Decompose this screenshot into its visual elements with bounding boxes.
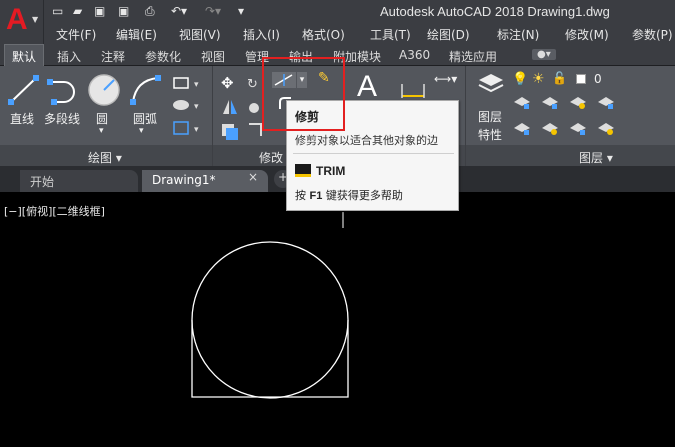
menu-draw[interactable]: 绘图(D) xyxy=(427,26,470,43)
panel-divider xyxy=(212,66,213,166)
layer-tools-grid-icon[interactable] xyxy=(512,94,632,140)
circle-tool-icon[interactable] xyxy=(86,72,122,108)
tab-a360[interactable]: A360 xyxy=(399,48,430,62)
tooltip-help: 按 F1 键获得更多帮助 xyxy=(295,187,403,203)
sun-icon[interactable]: ☀ xyxy=(532,71,545,87)
svg-text:▾: ▾ xyxy=(194,80,199,90)
tooltip-description: 修剪对象以适合其他对象的边 xyxy=(295,134,438,147)
tab-annotate[interactable]: 注释 xyxy=(101,48,125,65)
svg-text:▾: ▾ xyxy=(194,125,199,135)
draw-small-tools-icon[interactable]: ▾ ▾ ▾ xyxy=(170,72,206,140)
layer-color-swatch[interactable] xyxy=(576,74,586,84)
tooltip-help-prefix: 按 xyxy=(295,189,310,202)
menu-format[interactable]: 格式(O) xyxy=(302,26,345,43)
save-as-icon[interactable]: ▣ xyxy=(118,4,129,18)
application-menu-button[interactable]: A ▼ xyxy=(0,0,44,44)
draw-group-label[interactable]: 绘图 ▾ xyxy=(88,149,122,166)
save-icon[interactable]: ▣ xyxy=(94,4,105,18)
drawing-geometry[interactable] xyxy=(0,192,675,447)
tab-home[interactable]: 默认 xyxy=(4,44,45,66)
tooltip-command: TRIM xyxy=(316,164,346,178)
autocad-window: { "app": { "logo_letter": "A", "title": … xyxy=(0,0,675,447)
chevron-down-icon: ▼ xyxy=(32,15,39,24)
menu-tools[interactable]: 工具(T) xyxy=(370,26,411,43)
polyline-tool-icon[interactable] xyxy=(46,72,82,108)
new-file-icon[interactable]: ▭ xyxy=(52,4,63,18)
window-title: Autodesk AutoCAD 2018 Drawing1.dwg xyxy=(380,4,610,19)
circle-tool-label[interactable]: 圆 xyxy=(96,110,108,127)
layers-group-label[interactable]: 图层 ▾ xyxy=(579,149,613,166)
layer-properties-label[interactable]: 图层 xyxy=(478,108,502,125)
layer-properties-label-line2[interactable]: 特性 xyxy=(478,126,502,143)
chevron-down-icon[interactable]: ▾ xyxy=(139,126,144,136)
modify-tools-left-icon[interactable]: ✥ ↻ xyxy=(217,72,267,142)
menu-bar: 文件(F) 编辑(E) 视图(V) 插入(I) 格式(O) 工具(T) 绘图(D… xyxy=(44,24,675,44)
redo-icon[interactable]: ↷▾ xyxy=(205,4,221,18)
menu-view[interactable]: 视图(V) xyxy=(179,26,221,43)
menu-dimension[interactable]: 标注(N) xyxy=(497,26,539,43)
modify-group-label[interactable]: 修改 xyxy=(259,149,283,166)
current-layer-name[interactable]: 0 xyxy=(594,72,602,86)
circle-entity xyxy=(191,241,349,399)
arc-tool-icon[interactable] xyxy=(128,72,164,108)
command-line-icon xyxy=(295,164,311,177)
svg-text:▾: ▾ xyxy=(194,102,199,112)
tab-start[interactable]: 开始 xyxy=(20,170,138,192)
close-icon[interactable]: × xyxy=(248,170,258,184)
open-folder-icon[interactable]: ▰ xyxy=(73,4,82,18)
undo-icon[interactable]: ↶▾ xyxy=(171,4,187,18)
line-tool-icon[interactable] xyxy=(6,72,42,108)
highlight-box xyxy=(262,57,345,131)
arc-tool-label[interactable]: 圆弧 xyxy=(133,110,157,127)
dimension-tool-icon[interactable] xyxy=(398,76,428,100)
panel-divider xyxy=(465,66,466,166)
polyline-tool-label[interactable]: 多段线 xyxy=(44,110,80,127)
open-rectangle-entity xyxy=(191,320,349,398)
menu-insert[interactable]: 插入(I) xyxy=(243,26,280,43)
autocad-logo-icon: A xyxy=(6,3,28,36)
lock-icon[interactable]: 🔓 xyxy=(552,71,567,85)
tooltip-help-key: F1 xyxy=(309,190,323,202)
lightbulb-icon[interactable]: 💡 xyxy=(512,72,528,87)
menu-edit[interactable]: 编辑(E) xyxy=(116,26,157,43)
svg-text:↻: ↻ xyxy=(247,77,258,92)
menu-parametric[interactable]: 参数(P) xyxy=(632,26,673,43)
tooltip-help-suffix: 键获得更多帮助 xyxy=(322,189,403,202)
print-icon[interactable]: ⎙ xyxy=(145,4,155,18)
title-bar: ▭ ▰ ▣ ▣ ⎙ ↶▾ ↷▾ ▾ Autodesk AutoCAD 2018 … xyxy=(0,0,675,24)
menu-modify[interactable]: 修改(M) xyxy=(565,26,609,43)
tab-parametric[interactable]: 参数化 xyxy=(145,48,181,65)
line-tool-label[interactable]: 直线 xyxy=(10,110,34,127)
layer-properties-icon[interactable] xyxy=(477,72,505,96)
ribbon-options-icon[interactable]: ●▾ xyxy=(532,49,556,60)
menu-file[interactable]: 文件(F) xyxy=(56,26,96,43)
text-tool-icon[interactable]: A xyxy=(357,70,377,104)
tab-featured-apps[interactable]: 精选应用 xyxy=(449,48,497,65)
quick-access-dropdown-icon[interactable]: ▾ xyxy=(238,4,244,18)
chevron-down-icon[interactable]: ▾ xyxy=(99,126,104,136)
tab-insert[interactable]: 插入 xyxy=(57,48,81,65)
tab-view[interactable]: 视图 xyxy=(201,48,225,65)
linear-dimension-icon[interactable]: ⟷▾ xyxy=(434,72,457,86)
tooltip-separator xyxy=(293,153,454,154)
svg-text:✥: ✥ xyxy=(221,74,234,92)
